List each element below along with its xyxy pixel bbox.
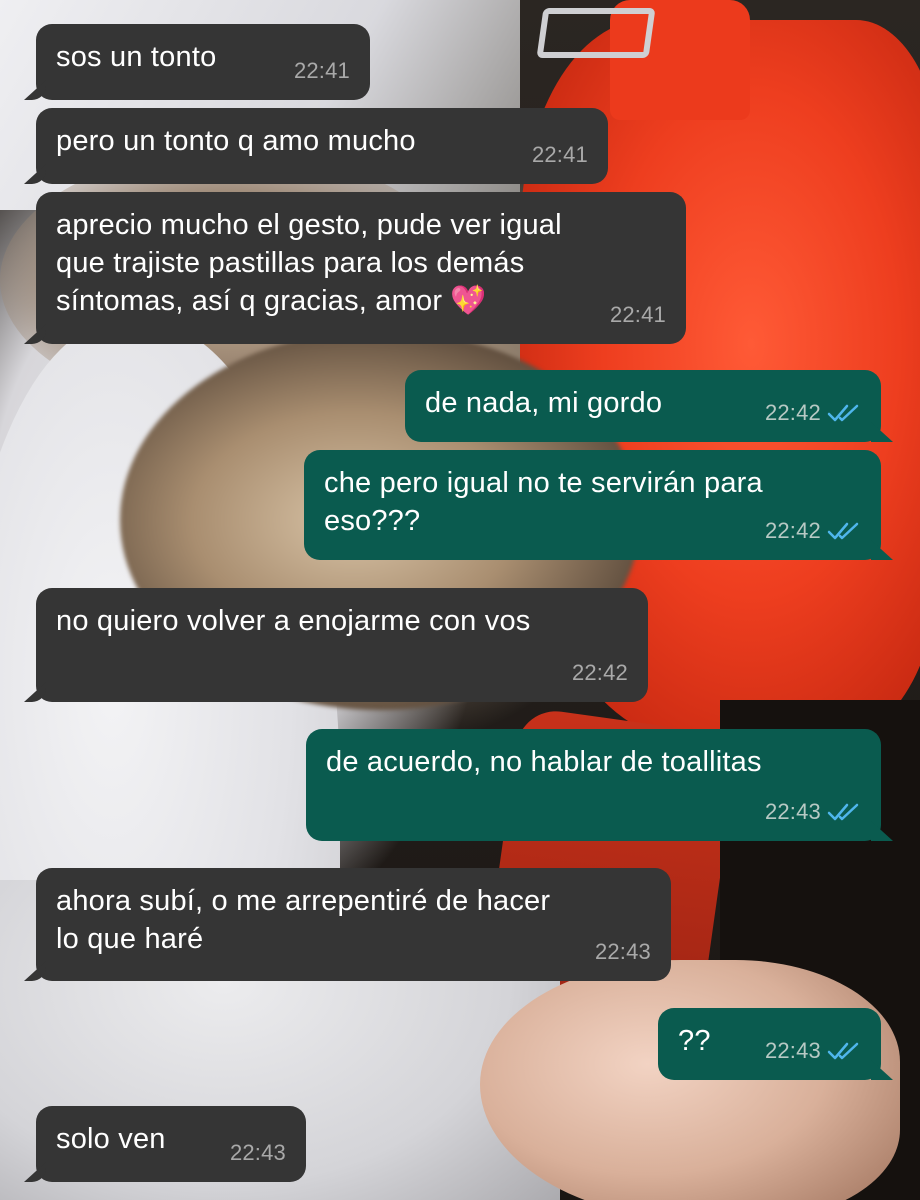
message-text: de acuerdo, no hablar de toallitas — [326, 746, 762, 778]
message-bubble-incoming[interactable]: no quiero volver a enojarme con vos 22:4… — [36, 588, 648, 702]
double-check-read-icon — [827, 803, 859, 821]
message-time: 22:41 — [609, 302, 666, 327]
message-bubble-incoming[interactable]: sos un tonto 22:41 — [36, 24, 370, 100]
message-time: 22:43 — [229, 1140, 286, 1165]
message-text: ahora subí, o me arrepentiré de hacer lo… — [56, 885, 551, 955]
message-time: 22:41 — [293, 58, 350, 83]
message-bubble-incoming[interactable]: solo ven 22:43 — [36, 1106, 306, 1182]
message-bubble-incoming[interactable]: aprecio mucho el gesto, pude ver igual q… — [36, 192, 686, 344]
message-bubble-outgoing[interactable]: de acuerdo, no hablar de toallitas 22:43 — [306, 729, 881, 841]
message-text: aprecio mucho el gesto, pude ver igual q… — [56, 209, 562, 317]
message-bubble-outgoing[interactable]: de nada, mi gordo 22:42 — [405, 370, 881, 442]
message-time: 22:42 — [571, 660, 628, 685]
message-time: 22:43 — [764, 1038, 821, 1063]
message-time: 22:41 — [531, 142, 588, 167]
message-bubble-outgoing[interactable]: ?? 22:43 — [658, 1008, 881, 1080]
message-text: pero un tonto q amo mucho — [56, 125, 416, 157]
message-bubble-incoming[interactable]: ahora subí, o me arrepentiré de hacer lo… — [36, 868, 671, 981]
message-time: 22:42 — [764, 518, 821, 543]
double-check-read-icon — [827, 1042, 859, 1060]
message-time: 22:43 — [764, 799, 821, 824]
double-check-read-icon — [827, 522, 859, 540]
message-time: 22:42 — [764, 400, 821, 425]
double-check-read-icon — [827, 404, 859, 422]
message-text: no quiero volver a enojarme con vos — [56, 605, 531, 637]
message-bubble-incoming[interactable]: pero un tonto q amo mucho 22:41 — [36, 108, 608, 184]
message-list[interactable]: sos un tonto 22:41 pero un tonto q amo m… — [0, 0, 920, 1200]
message-time: 22:43 — [594, 939, 651, 964]
message-bubble-outgoing[interactable]: che pero igual no te servirán para eso??… — [304, 450, 881, 560]
